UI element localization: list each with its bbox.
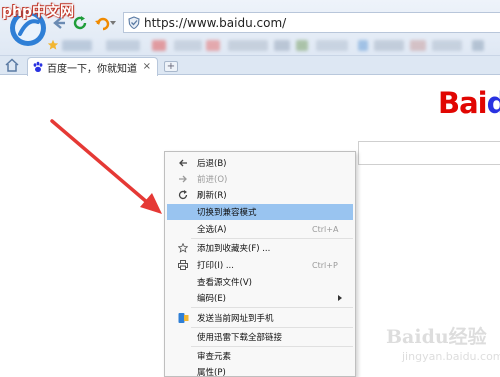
menu-label: 查看源文件(V) bbox=[197, 278, 252, 288]
toolbar: php中文网 https://www.baidu.com/ bbox=[0, 0, 500, 56]
refresh-icon bbox=[73, 16, 87, 30]
menu-shortcut: Ctrl+P bbox=[312, 260, 338, 270]
menu-label: 发送当前网址到手机 bbox=[197, 314, 274, 324]
refresh-button[interactable] bbox=[71, 14, 89, 32]
menu-label: 使用迅雷下载全部链接 bbox=[197, 333, 283, 343]
new-tab-button[interactable]: + bbox=[164, 61, 178, 72]
bookmark-item[interactable] bbox=[410, 40, 426, 51]
arrow-right-icon bbox=[177, 173, 189, 185]
baidu-jingyan-watermark: Baidu经验 jingyan.baidu.com bbox=[372, 318, 500, 377]
baidu-logo[interactable]: Baid bbox=[438, 86, 500, 120]
menu-item-print[interactable]: 打印(I) ... Ctrl+P bbox=[167, 257, 353, 273]
tab-title: 百度一下，你就知道 bbox=[47, 63, 137, 75]
menu-label: 添加到收藏夹(F) ... bbox=[197, 244, 271, 254]
menu-shortcut: Ctrl+A bbox=[312, 224, 339, 234]
tab-baidu[interactable]: 百度一下，你就知道 × bbox=[27, 57, 158, 76]
browser-window: php中文网 https://www.baidu.com/ 百度一下，你就知道 … bbox=[0, 0, 500, 377]
bookmark-item[interactable] bbox=[358, 40, 368, 51]
star-icon bbox=[177, 242, 189, 254]
bookmark-item[interactable] bbox=[296, 40, 308, 51]
logo-text-blue: d bbox=[486, 86, 500, 120]
bookmark-item[interactable] bbox=[432, 40, 462, 51]
logo-text-red: Bai bbox=[438, 86, 488, 120]
bookmark-item[interactable] bbox=[228, 40, 268, 51]
menu-item-back[interactable]: 后退(B) bbox=[167, 155, 353, 171]
bookmark-star-icon[interactable] bbox=[47, 39, 59, 51]
menu-item-compat-mode[interactable]: 切换到兼容模式 bbox=[167, 204, 353, 220]
context-menu: 后退(B) 前进(O) 刷新(R) 切换到兼容模式 全选(A) Ctrl+A 添… bbox=[164, 151, 356, 377]
bookmark-item[interactable] bbox=[174, 40, 202, 51]
menu-item-forward[interactable]: 前进(O) bbox=[167, 171, 353, 187]
menu-item-inspect[interactable]: 审查元素 bbox=[167, 348, 353, 364]
close-tab-icon[interactable]: × bbox=[143, 61, 151, 72]
submenu-arrow-icon bbox=[338, 295, 342, 301]
menu-label: 前进(O) bbox=[197, 175, 228, 185]
watermark-main: Baidu经验 bbox=[386, 326, 487, 348]
menu-item-select-all[interactable]: 全选(A) Ctrl+A bbox=[167, 221, 353, 237]
tab-bar: 百度一下，你就知道 × + bbox=[0, 56, 500, 76]
menu-separator bbox=[191, 307, 353, 308]
bookmark-item[interactable] bbox=[206, 40, 220, 51]
bookmark-item[interactable] bbox=[106, 40, 140, 51]
menu-label: 打印(I) ... bbox=[197, 261, 234, 271]
bookmark-item[interactable] bbox=[62, 40, 92, 51]
bookmark-item[interactable] bbox=[274, 40, 290, 51]
menu-item-view-source[interactable]: 查看源文件(V) bbox=[167, 274, 353, 290]
menu-label: 全选(A) bbox=[197, 225, 227, 235]
arrow-left-icon bbox=[53, 17, 65, 29]
search-input[interactable] bbox=[358, 141, 500, 165]
home-icon[interactable] bbox=[4, 58, 20, 73]
refresh-icon bbox=[177, 189, 189, 201]
bookmark-item[interactable] bbox=[152, 40, 166, 51]
menu-item-add-favorite[interactable]: 添加到收藏夹(F) ... bbox=[167, 240, 353, 256]
security-shield-icon[interactable] bbox=[124, 13, 144, 32]
menu-separator bbox=[191, 327, 353, 328]
menu-item-send-to-phone[interactable]: 发送当前网址到手机 bbox=[167, 310, 353, 326]
bookmark-item[interactable] bbox=[472, 40, 484, 51]
menu-separator bbox=[191, 238, 353, 239]
back-button[interactable] bbox=[50, 14, 68, 32]
menu-label: 切换到兼容模式 bbox=[197, 208, 257, 218]
menu-item-refresh[interactable]: 刷新(R) bbox=[167, 187, 353, 203]
watermark-sub: jingyan.baidu.com bbox=[402, 350, 500, 363]
menu-item-properties[interactable]: 属性(P) bbox=[167, 364, 353, 377]
baidu-paw-icon bbox=[33, 61, 43, 72]
menu-separator bbox=[191, 346, 353, 347]
menu-label: 属性(P) bbox=[197, 368, 226, 377]
menu-item-encoding[interactable]: 编码(E) bbox=[167, 290, 353, 306]
address-bar[interactable]: https://www.baidu.com/ bbox=[123, 12, 500, 33]
arrow-left-icon bbox=[177, 157, 189, 169]
phone-icon bbox=[177, 312, 189, 324]
menu-label: 审查元素 bbox=[197, 352, 232, 362]
menu-label: 刷新(R) bbox=[197, 191, 227, 201]
menu-label: 后退(B) bbox=[197, 159, 227, 169]
undo-dropdown[interactable] bbox=[108, 14, 118, 32]
bookmarks-bar bbox=[44, 38, 500, 54]
bookmark-item[interactable] bbox=[316, 40, 348, 51]
url-text[interactable]: https://www.baidu.com/ bbox=[144, 16, 286, 30]
printer-icon bbox=[177, 259, 189, 271]
menu-label: 编码(E) bbox=[197, 294, 227, 304]
bookmark-item[interactable] bbox=[374, 40, 404, 51]
menu-item-thunder-download[interactable]: 使用迅雷下载全部链接 bbox=[167, 329, 353, 345]
chevron-down-icon bbox=[110, 21, 116, 25]
